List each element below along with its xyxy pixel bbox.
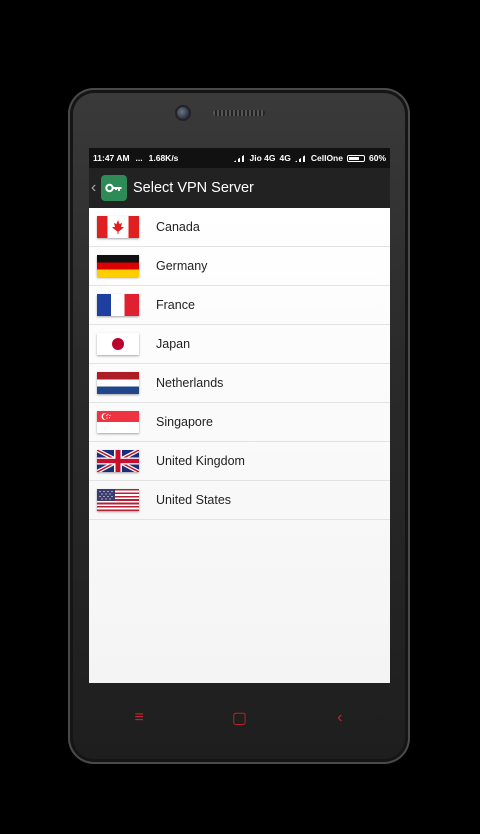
status-carrier-2: CellOne <box>310 153 343 163</box>
maple-leaf-icon <box>112 220 124 234</box>
stars-canton-icon <box>97 489 115 501</box>
status-speed: 1.68K/s <box>148 153 179 163</box>
status-bar: 11:47 AM ... 1.68K/s Jio 4G 4G CellOne 6… <box>89 148 390 168</box>
status-battery: 60% <box>368 153 386 163</box>
server-label: United States <box>156 493 232 507</box>
server-row-uk[interactable]: United Kingdom <box>89 442 390 481</box>
server-label: Singapore <box>156 415 213 429</box>
signal-icon <box>233 154 246 162</box>
speaker-grille <box>213 110 265 116</box>
status-net: 4G <box>279 153 291 163</box>
server-label: United Kingdom <box>156 454 245 468</box>
signal-icon <box>294 154 307 162</box>
status-time: 11:47 AM <box>93 153 130 163</box>
server-label: Japan <box>156 337 191 351</box>
nav-bar: ≡ ▢ ‹ <box>89 698 390 738</box>
singapore-flag-icon <box>97 411 139 433</box>
key-icon[interactable] <box>101 175 127 201</box>
phone-screen: 11:47 AM ... 1.68K/s Jio 4G 4G CellOne 6… <box>89 148 390 683</box>
server-label: Netherlands <box>156 376 224 390</box>
server-row-us[interactable]: United States <box>89 481 390 520</box>
server-list: Canada Germany France Japan Netherlands <box>89 208 390 683</box>
app-bar: ‹ Select VPN Server <box>89 168 390 208</box>
server-row-singapore[interactable]: Singapore <box>89 403 390 442</box>
server-row-france[interactable]: France <box>89 286 390 325</box>
battery-icon <box>346 154 365 162</box>
server-row-canada[interactable]: Canada <box>89 208 390 247</box>
crescent-icon <box>101 413 111 420</box>
france-flag-icon <box>97 294 139 316</box>
server-label: Canada <box>156 220 200 234</box>
camera <box>177 107 189 119</box>
canada-flag-icon <box>97 216 139 238</box>
server-row-netherlands[interactable]: Netherlands <box>89 364 390 403</box>
back-icon[interactable]: ‹ <box>320 709 360 727</box>
key-icon-svg <box>105 183 122 193</box>
status-dots: ... <box>135 153 143 163</box>
status-carrier-1: Jio 4G <box>249 153 276 163</box>
uk-flag-icon <box>97 450 139 472</box>
us-flag-icon <box>97 489 139 511</box>
server-row-japan[interactable]: Japan <box>89 325 390 364</box>
sun-disc-icon <box>112 338 124 350</box>
server-row-germany[interactable]: Germany <box>89 247 390 286</box>
netherlands-flag-icon <box>97 372 139 394</box>
home-icon[interactable]: ▢ <box>219 708 259 728</box>
japan-flag-icon <box>97 333 139 355</box>
back-chevron-icon[interactable]: ‹ <box>91 179 99 197</box>
menu-icon[interactable]: ≡ <box>119 709 159 727</box>
server-label: Germany <box>156 259 208 273</box>
germany-flag-icon <box>97 255 139 277</box>
union-jack-icon <box>97 450 139 472</box>
page-title: Select VPN Server <box>133 180 254 196</box>
server-label: France <box>156 298 195 312</box>
